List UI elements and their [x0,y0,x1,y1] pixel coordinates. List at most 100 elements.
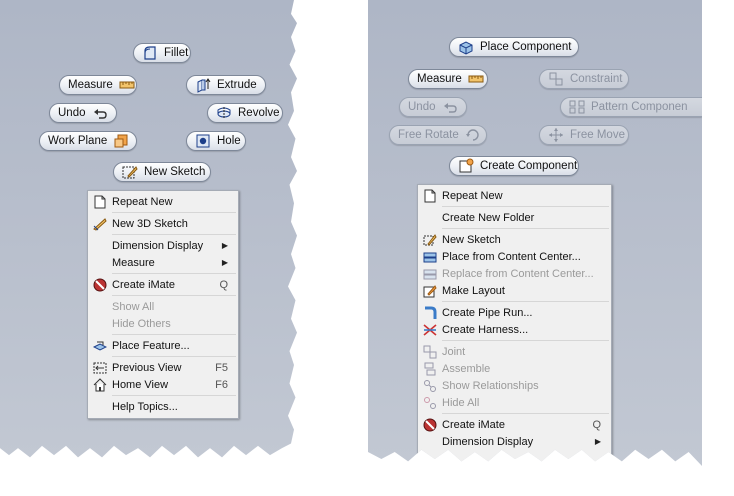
constraint-button[interactable]: Constraint [539,69,629,89]
menu-item-label: New Sketch [442,233,501,246]
menu-separator [112,212,236,213]
ruler-icon [468,71,484,87]
free-move-button[interactable]: Free Move [539,125,629,145]
shortcut-label: F5 [215,361,228,374]
menu-item-replace-from-content-center[interactable]: Replace from Content Center... [418,265,611,282]
place-component-label: Place Component [480,41,572,53]
shortcut-label: Q [219,278,228,291]
revolve-label: Revolve [238,107,280,119]
free-rotate-button[interactable]: Free Rotate [389,125,487,145]
menu-item-previous-view[interactable]: Previous View F5 [88,359,238,376]
assemble-icon [422,361,438,377]
menu-item-label: Place from Content Center... [442,250,581,263]
menu-item-label: New 3D Sketch [112,217,188,230]
extrude-button[interactable]: Extrude [186,75,266,95]
menu-item-dimension-display[interactable]: Dimension Display ▶ [88,237,238,254]
menu-item-label: Help Topics... [112,400,178,413]
pattern-component-button[interactable]: Pattern Componen [560,97,702,117]
free-rotate-label: Free Rotate [398,129,459,141]
measure-button[interactable]: Measure [59,75,137,95]
menu-separator [112,395,236,396]
undo-label: Undo [408,101,436,113]
menu-item-label: Show All [112,300,155,313]
menu-item-repeat-new[interactable]: Repeat New [418,187,611,204]
menu-item-label: Replace from Content Center... [442,267,594,280]
menu-separator [442,413,609,414]
menu-item-place-from-content-center[interactable]: Place from Content Center... [418,248,611,265]
hole-button[interactable]: Hole [186,131,246,151]
menu-item-help-topics[interactable]: Help Topics... [88,398,238,415]
new-sketch-icon [122,164,138,180]
menu-item-label: Hide Others [112,317,171,330]
menu-item-show-relationships[interactable]: Show Relationships [418,377,611,394]
joint-icon [422,344,438,360]
work-plane-button[interactable]: Work Plane [39,131,137,151]
previous-view-icon [92,360,108,376]
menu-separator [112,334,236,335]
new-sketch-icon [422,232,438,248]
menu-item-label: Place Feature... [112,339,190,352]
place-component-icon [458,39,474,55]
menu-item-label: Create Pipe Run... [442,306,533,319]
menu-item-create-harness[interactable]: Create Harness... [418,321,611,338]
menu-item-place-feature[interactable]: Place Feature... [88,337,238,354]
context-menu: Repeat New New 3D Sketch Dimension Displ… [87,190,239,419]
context-menu: Repeat New Create New Folder New Sketch … [417,184,612,466]
revolve-button[interactable]: Revolve [207,103,283,123]
fillet-button[interactable]: Fillet [133,43,191,63]
menu-item-create-imate[interactable]: Create iMate Q [88,276,238,293]
menu-item-measure[interactable]: Measure ▶ [88,254,238,271]
menu-item-repeat-new[interactable]: Repeat New [88,193,238,210]
make-layout-icon [422,283,438,299]
menu-item-label: Create Harness... [442,323,529,336]
menu-item-create-imate[interactable]: Create iMate Q [418,416,611,433]
menu-item-assemble[interactable]: Assemble [418,360,611,377]
submenu-arrow-icon: ▶ [594,437,601,446]
menu-item-show-all[interactable]: Show All [88,298,238,315]
create-component-icon [458,158,474,174]
imate-icon [92,277,108,293]
menu-item-make-layout[interactable]: Make Layout [418,282,611,299]
constraint-label: Constraint [570,73,623,85]
undo-arrow-icon [442,99,458,115]
menu-separator [112,234,236,235]
menu-item-label: Show Relationships [442,379,539,392]
free-rotate-icon [465,127,481,143]
free-move-label: Free Move [570,129,625,141]
menu-item-home-view[interactable]: Home View F6 [88,376,238,393]
hole-icon [195,133,211,149]
menu-item-label: Repeat New [442,189,503,202]
revolve-icon [216,105,232,121]
show-relationships-icon [422,378,438,394]
menu-separator [442,228,609,229]
menu-item-hide-others[interactable]: Hide Others [88,315,238,332]
measure-button[interactable]: Measure [408,69,488,89]
menu-separator [112,356,236,357]
replace-content-center-icon [422,266,438,282]
undo-button[interactable]: Undo [49,103,117,123]
undo-button[interactable]: Undo [399,97,467,117]
harness-icon [422,322,438,338]
hole-label: Hole [217,135,241,147]
menu-item-label: Create New Folder [442,211,535,224]
menu-item-label: Dimension Display [112,239,204,252]
menu-item-dimension-display[interactable]: Dimension Display ▶ [418,433,611,450]
menu-item-hide-all[interactable]: Hide All [418,394,611,411]
create-component-button[interactable]: Create Component [449,156,579,176]
menu-separator [112,295,236,296]
menu-item-new-3d-sketch[interactable]: New 3D Sketch [88,215,238,232]
menu-item-joint[interactable]: Joint [418,343,611,360]
menu-item-new-sketch[interactable]: New Sketch [418,231,611,248]
shortcut-label: Q [592,418,601,431]
pattern-component-label: Pattern Componen [591,101,688,113]
new-sketch-label: New Sketch [144,166,206,178]
place-component-button[interactable]: Place Component [449,37,579,57]
new-sketch-button[interactable]: New Sketch [113,162,211,182]
constraint-icon [548,71,564,87]
menu-separator [442,340,609,341]
menu-item-create-pipe-run[interactable]: Create Pipe Run... [418,304,611,321]
submenu-arrow-icon: ▶ [221,241,228,250]
menu-item-label: Home View [112,378,169,391]
menu-item-create-new-folder[interactable]: Create New Folder [418,209,611,226]
home-icon [92,377,108,393]
